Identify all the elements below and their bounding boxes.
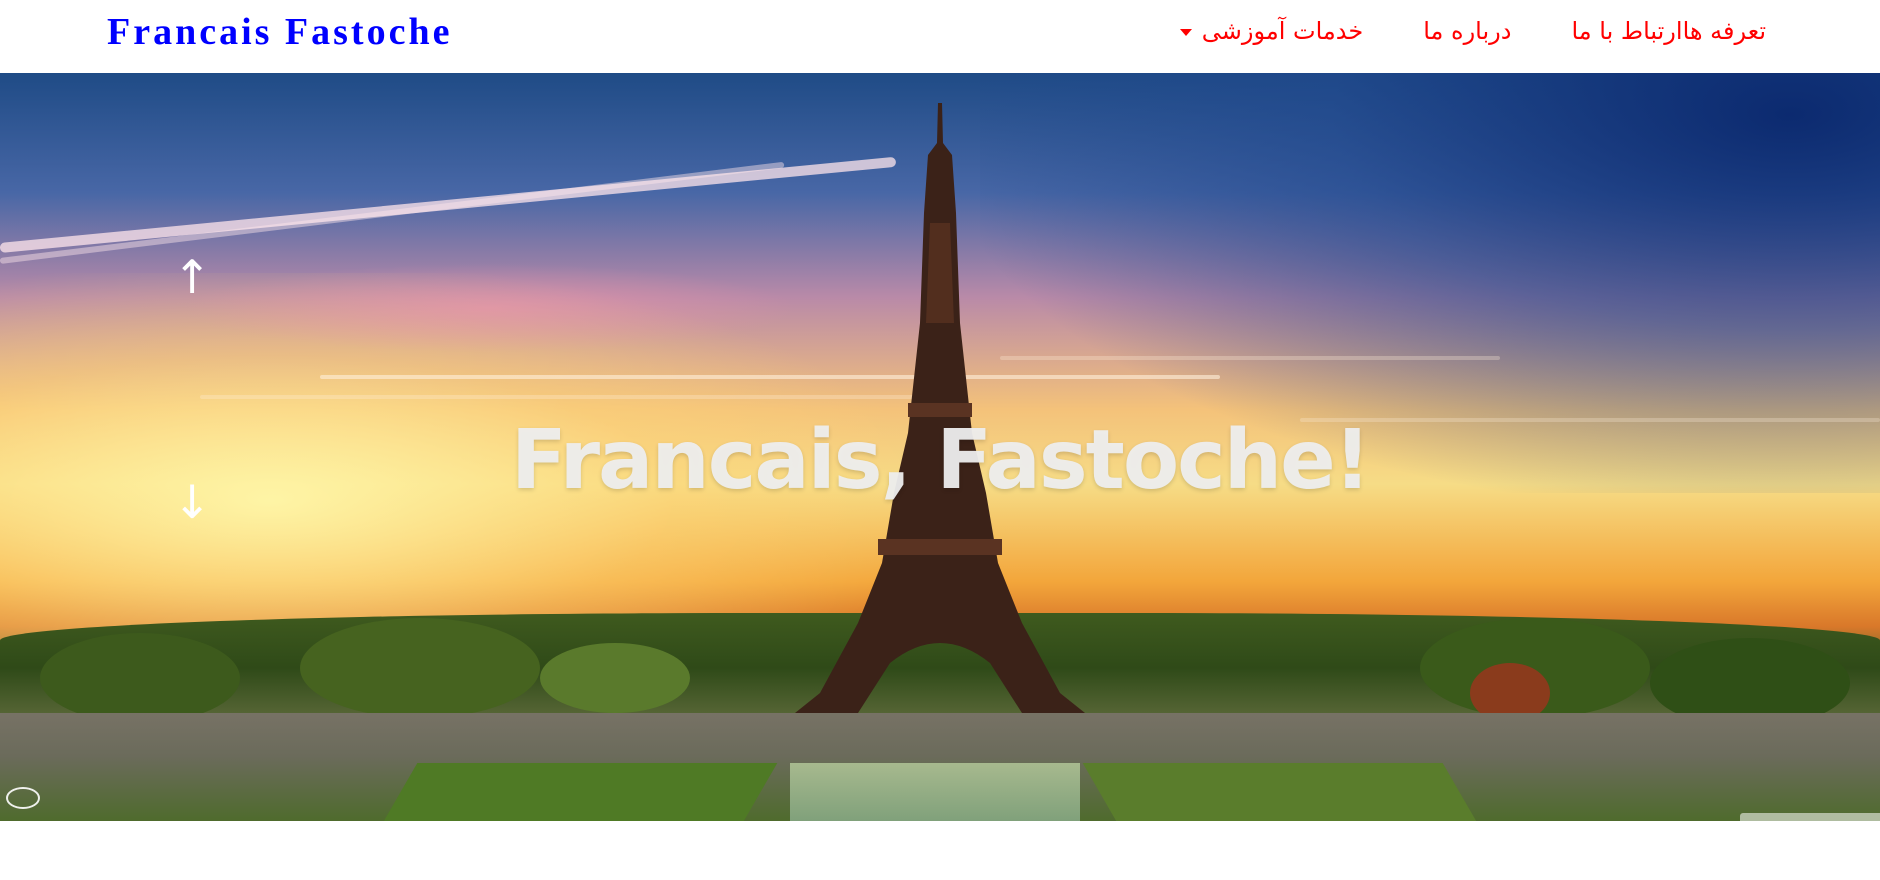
- fountain-pool: [790, 763, 1080, 821]
- nav-item-about-us[interactable]: درباره ما: [1423, 17, 1511, 45]
- lawn: [1082, 763, 1478, 821]
- nav-item-contact-us[interactable]: ارتباط با ما: [1571, 17, 1682, 45]
- watermark-logo-icon: [6, 787, 40, 809]
- nav-item-pricing[interactable]: تعرفه ها: [1683, 17, 1766, 45]
- top-navbar: Francais Fastoche خدمات آموزشی درباره ما…: [0, 0, 1880, 73]
- hero-title: Francais, Fastoche!: [510, 413, 1371, 508]
- main-nav: خدمات آموزشی درباره ما ارتباط با ما تعرف…: [1120, 0, 1766, 62]
- nav-item-label: ارتباط با ما: [1571, 17, 1683, 45]
- brand-logo-link[interactable]: Francais Fastoche: [107, 10, 452, 54]
- pink-cloud: [180, 263, 800, 353]
- nav-item-label: درباره ما: [1423, 17, 1512, 45]
- lawn: [382, 763, 778, 821]
- image-credit-badge: [1740, 813, 1880, 821]
- contrail: [0, 161, 785, 264]
- hero-carousel: Francais, Fastoche! ↑ ↓: [0, 73, 1880, 821]
- tree: [40, 633, 240, 723]
- tree: [540, 643, 690, 713]
- carousel-next-arrow-icon[interactable]: ↓: [172, 476, 212, 528]
- carousel-prev-arrow-icon[interactable]: ↑: [172, 251, 212, 303]
- nav-item-educational-services[interactable]: خدمات آموزشی: [1179, 17, 1364, 45]
- nav-item-label: خدمات آموزشی: [1201, 17, 1364, 45]
- nav-item-label: تعرفه ها: [1682, 17, 1766, 45]
- eiffel-tower-image: [795, 103, 1085, 713]
- caret-down-icon: [1179, 28, 1192, 36]
- tree: [300, 618, 540, 718]
